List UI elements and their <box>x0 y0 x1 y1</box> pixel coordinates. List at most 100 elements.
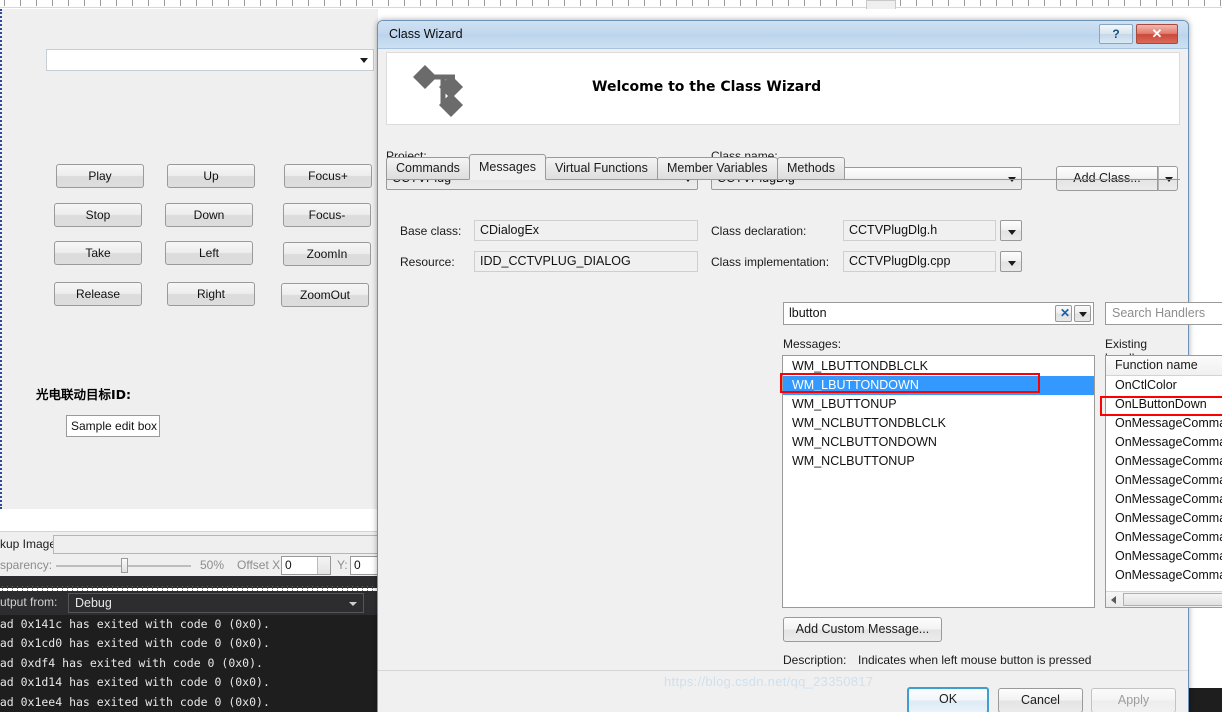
dialog-canvas[interactable]: Play Up Focus+ Stop Down Focus- Take Left ZoomIn… <box>4 9 378 501</box>
handlers-hscrollbar[interactable] <box>1106 591 1222 607</box>
class-declaration-dropdown[interactable] <box>1000 220 1022 241</box>
tab-member-variables[interactable]: Member Variables <box>657 157 778 180</box>
ruler-tick <box>196 0 197 6</box>
dialog-button-down[interactable]: Down <box>165 203 253 227</box>
message-list-item[interactable]: WM_NCLBUTTONUP <box>783 452 1094 471</box>
dialog-titlebar[interactable]: Class Wizard ? ✕ <box>378 21 1188 49</box>
handler-row[interactable]: OnMessageCommandIDC_CameraLis. <box>1106 414 1222 433</box>
message-list-item[interactable]: WM_LBUTTONDBLCLK <box>783 357 1094 376</box>
backup-image-input[interactable] <box>53 535 378 554</box>
class-implementation-dropdown[interactable] <box>1000 251 1022 272</box>
ruler-tick <box>164 0 165 6</box>
ruler-tick <box>804 0 805 6</box>
message-list-item[interactable]: WM_NCLBUTTONDOWN <box>783 433 1094 452</box>
ruler-tick <box>212 0 213 6</box>
handlers-hscroll-thumb[interactable] <box>1123 593 1222 606</box>
ruler-tick <box>260 0 261 6</box>
handler-function-name: OnMessageCommand <box>1115 568 1222 582</box>
handler-row[interactable]: OnMessageCommandIDC_SetCamera <box>1106 433 1222 452</box>
handler-function-name: OnMessageCommand <box>1115 492 1222 506</box>
handlers-grid-header: Function name Message <box>1106 356 1222 376</box>
dialog-button-focus-[interactable]: Focus- <box>283 203 371 227</box>
message-filter-value: lbutton <box>789 306 827 320</box>
ruler-tick <box>900 0 901 6</box>
ruler-tick <box>500 0 501 6</box>
target-id-input[interactable]: Sample edit box <box>66 415 160 437</box>
offset-x-input[interactable]: 0 <box>281 556 331 575</box>
ruler-tick <box>4 0 5 6</box>
handler-row[interactable]: OnMessageCommandIDC_ZoomInC.. <box>1106 566 1222 585</box>
output-from-label: utput from: <box>0 595 58 609</box>
dialog-button-play[interactable]: Play <box>56 164 144 188</box>
handler-row[interactable]: OnLButtonDownWM_LBUTTON <box>1106 395 1222 414</box>
handler-row[interactable]: OnMessageCommandIDC_UpCmd <box>1106 490 1222 509</box>
wizard-tabs: Commands Messages Virtual Functions Member … <box>386 154 1180 180</box>
ruler-tick <box>644 0 645 6</box>
handler-function-name: OnMessageCommand <box>1115 454 1222 468</box>
ruler-tick <box>580 0 581 6</box>
ruler-tick <box>132 0 133 6</box>
ok-button[interactable]: OK <box>907 687 989 712</box>
dialog-button-stop[interactable]: Stop <box>54 203 142 227</box>
ruler-tick <box>516 0 517 6</box>
dialog-button-zoomout[interactable]: ZoomOut <box>281 283 369 307</box>
ruler-tick <box>676 0 677 6</box>
ruler-tick <box>532 0 533 6</box>
handler-row[interactable]: OnCtlColorWM_CTLCOLO <box>1106 376 1222 395</box>
tab-commands[interactable]: Commands <box>386 157 470 180</box>
scroll-left-icon[interactable] <box>1106 592 1122 607</box>
messages-list[interactable]: WM_LBUTTONDBLCLK WM_LBUTTONDOWN WM_LBUTTON… <box>782 355 1095 608</box>
ruler-tick <box>836 0 837 6</box>
add-custom-message-button[interactable]: Add Custom Message... <box>783 617 942 642</box>
message-list-item[interactable]: WM_LBUTTONDOWN <box>783 376 1094 395</box>
close-button[interactable]: ✕ <box>1136 24 1178 44</box>
search-handlers-placeholder: Search Handlers <box>1112 306 1206 320</box>
handler-row[interactable]: OnMessageCommandIDC_RightCmd <box>1106 547 1222 566</box>
ruler-tick <box>612 0 613 6</box>
dialog-button-focus-[interactable]: Focus+ <box>284 164 372 188</box>
dialog-button-right[interactable]: Right <box>167 282 255 306</box>
tab-messages[interactable]: Messages <box>469 154 546 180</box>
dialog-button-take[interactable]: Take <box>54 241 142 265</box>
message-filter-input[interactable]: lbutton ✕ <box>783 302 1094 325</box>
message-list-item[interactable]: WM_NCLBUTTONDBLCLK <box>783 414 1094 433</box>
apply-button[interactable]: Apply <box>1091 688 1176 712</box>
dialog-button-left[interactable]: Left <box>165 241 253 265</box>
ruler-tick <box>820 0 821 6</box>
column-function-name[interactable]: Function name <box>1115 358 1198 372</box>
ruler-tick <box>564 0 565 6</box>
handler-function-name: OnMessageCommand <box>1115 511 1222 525</box>
ruler-tick <box>20 0 21 6</box>
ruler-tick <box>1076 0 1077 6</box>
output-from-select[interactable]: Debug <box>68 593 364 613</box>
handler-row[interactable]: OnMessageCommandIDC_PlayCmd <box>1106 452 1222 471</box>
help-button[interactable]: ? <box>1099 24 1133 44</box>
tab-virtual-functions[interactable]: Virtual Functions <box>545 157 658 180</box>
message-list-item[interactable]: WM_LBUTTONUP <box>783 395 1094 414</box>
ruler-tick <box>324 0 325 6</box>
cancel-button[interactable]: Cancel <box>998 688 1083 712</box>
class-wizard-dialog: Class Wizard ? ✕ Welcome to the Class Wi… <box>377 20 1222 712</box>
filter-dropdown-icon[interactable] <box>1074 305 1091 322</box>
existing-handlers-grid[interactable]: Function name Message OnCtlColorWM_CTLCO… <box>1105 355 1222 608</box>
watermark: https://blog.csdn.net/qq_23350817 <box>664 674 874 689</box>
handler-row[interactable]: OnMessageCommandIDC_LeftCmd <box>1106 528 1222 547</box>
ruler-tick <box>996 0 997 6</box>
handler-row[interactable]: OnMessageCommandIDC_StopCmd <box>1106 471 1222 490</box>
handler-row[interactable]: OnMessageCommandIDC_DownCmd <box>1106 509 1222 528</box>
ruler-tick <box>308 0 309 6</box>
editor-tab-stub[interactable] <box>866 0 896 9</box>
ruler-tick <box>404 0 405 6</box>
handler-function-name: OnMessageCommand <box>1115 416 1222 430</box>
dialog-button-release[interactable]: Release <box>54 282 142 306</box>
class-implementation-label: Class implementation: <box>711 255 830 269</box>
resource-dialog-editor[interactable]: Play Up Focus+ Stop Down Focus- Take Left ZoomIn… <box>0 9 378 509</box>
transparency-slider-thumb[interactable] <box>121 558 128 573</box>
tab-methods[interactable]: Methods <box>777 157 845 180</box>
clear-filter-icon[interactable]: ✕ <box>1055 305 1072 322</box>
search-handlers-input[interactable]: Search Handlers <box>1105 302 1222 325</box>
dialog-button-zoomin[interactable]: ZoomIn <box>283 242 371 266</box>
output-toolbar: utput from: Debug <box>0 591 378 615</box>
dialog-button-up[interactable]: Up <box>167 164 255 188</box>
spinner-icon[interactable] <box>317 557 330 574</box>
